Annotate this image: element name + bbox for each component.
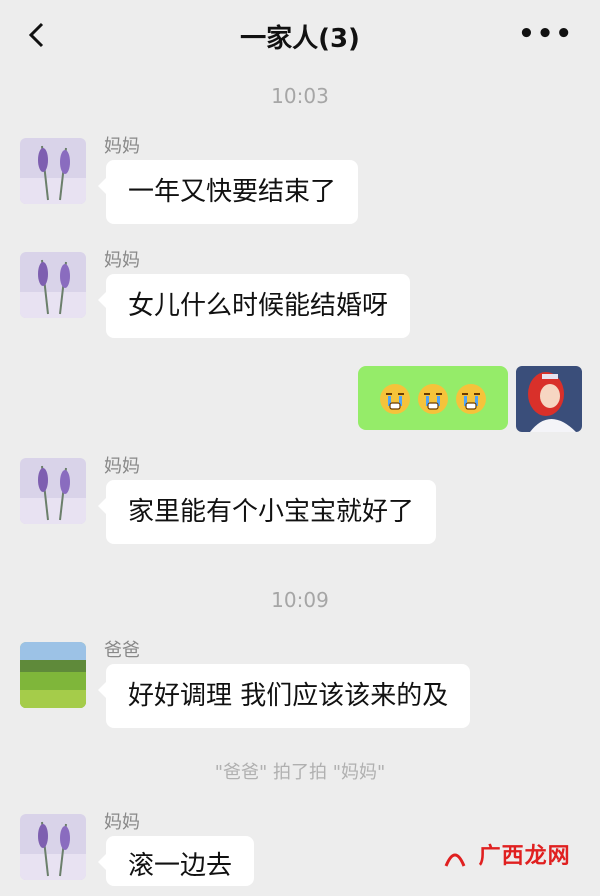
avatar-me[interactable] [516, 366, 582, 432]
avatar-mom[interactable] [20, 138, 86, 204]
chat-title: 一家人(3) [240, 24, 360, 54]
bubble-tail [496, 390, 504, 406]
bubble-tail [98, 682, 106, 698]
sender-name: 妈妈 [104, 250, 140, 271]
crying-face-icon [380, 383, 410, 414]
message-bubble[interactable]: 家里能有个小宝宝就好了 [106, 480, 437, 544]
avatar-mom[interactable] [20, 814, 86, 880]
watermark: 广西龙网 [440, 838, 600, 886]
bubble-tail [98, 292, 106, 308]
landscape-avatar-icon [20, 642, 86, 708]
princess-avatar-icon [516, 366, 582, 432]
lavender-avatar-icon [20, 138, 86, 204]
watermark-text: 广西龙网 [478, 844, 571, 869]
bubble-tail [98, 854, 106, 870]
logo-icon [444, 853, 466, 867]
sender-name: 爸爸 [104, 640, 140, 661]
more-dots-icon[interactable]: ••• [518, 21, 574, 47]
message-bubble[interactable]: 一年又快要结束了 [106, 160, 359, 224]
timestamp: 10:03 [271, 84, 329, 108]
crying-face-icon [456, 383, 486, 414]
system-message: "爸爸" 拍了拍 "妈妈" [214, 762, 386, 783]
avatar-mom[interactable] [20, 252, 86, 318]
sender-name: 妈妈 [104, 456, 140, 477]
lavender-avatar-icon [20, 458, 86, 524]
lavender-avatar-icon [20, 814, 86, 880]
message-bubble[interactable]: 滚一边去 [106, 836, 255, 886]
message-bubble-mine[interactable] [358, 366, 508, 430]
message-bubble[interactable]: 女儿什么时候能结婚呀 [106, 274, 411, 338]
crying-face-icon [418, 383, 448, 414]
timestamp: 10:09 [271, 588, 329, 612]
sender-name: 妈妈 [104, 812, 140, 833]
chat-header: 一家人(3) ••• [0, 0, 600, 72]
bubble-tail [98, 498, 106, 514]
bubble-tail [98, 178, 106, 194]
sender-name: 妈妈 [104, 136, 140, 157]
lavender-avatar-icon [20, 252, 86, 318]
message-bubble[interactable]: 好好调理 我们应该该来的及 [106, 664, 471, 728]
avatar-mom[interactable] [20, 458, 86, 524]
avatar-dad[interactable] [20, 642, 86, 708]
